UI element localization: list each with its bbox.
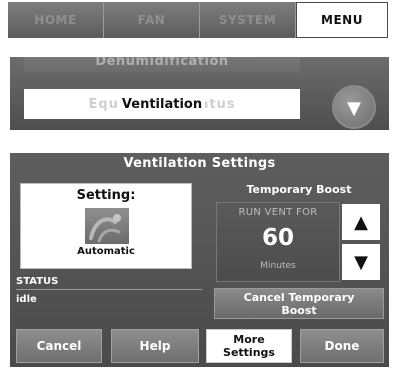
tab-home[interactable]: HOME xyxy=(8,2,104,38)
boost-minutes-value: 60 xyxy=(261,225,294,251)
arrow-up-icon: ▲ xyxy=(354,211,368,233)
setting-label: Setting: xyxy=(76,188,136,203)
cancel-temporary-boost-button[interactable]: Cancel Temporary Boost xyxy=(214,288,384,319)
status-divider xyxy=(16,289,202,290)
setting-value: Automatic xyxy=(77,246,135,257)
page-title: Ventilation Settings xyxy=(123,156,276,171)
list-item-dehumidification[interactable]: Dehumidification xyxy=(24,57,300,73)
status-value: idle xyxy=(16,294,37,305)
cancel-boost-label-line1: Cancel Temporary xyxy=(243,290,355,304)
automatic-icon xyxy=(85,208,129,244)
list-item-label: Dehumidification xyxy=(95,57,229,69)
more-settings-button[interactable]: More Settings xyxy=(206,329,292,363)
cancel-boost-label-line2: Boost xyxy=(281,303,317,317)
boost-caption: RUN VENT FOR xyxy=(238,207,318,218)
chevron-down-icon: ▼ xyxy=(347,98,361,119)
boost-unit: Minutes xyxy=(260,261,296,271)
boost-duration-display: RUN VENT FOR 60 Minutes xyxy=(216,202,340,282)
tab-fan[interactable]: FAN xyxy=(104,2,200,38)
list-item-label: Ventilation xyxy=(118,96,206,112)
arrow-down-icon: ▼ xyxy=(354,251,368,273)
scroll-down-button[interactable]: ▼ xyxy=(332,85,376,129)
decrease-button[interactable]: ▼ xyxy=(342,244,380,280)
list-item-ventilation[interactable]: Equipment Status Ventilation xyxy=(24,89,300,119)
cancel-button[interactable]: Cancel xyxy=(16,329,102,363)
increase-button[interactable]: ▲ xyxy=(342,204,380,240)
more-settings-label-line1: More xyxy=(233,333,265,346)
done-button[interactable]: Done xyxy=(300,329,384,363)
setting-selector[interactable]: Setting: Automatic xyxy=(20,183,192,269)
ventilation-settings-panel: Ventilation Settings Setting: Automatic … xyxy=(10,153,389,367)
tab-system[interactable]: SYSTEM xyxy=(200,2,296,38)
tab-menu[interactable]: MENU xyxy=(296,2,388,38)
status-label: STATUS xyxy=(16,276,59,287)
top-tab-bar: HOME FAN SYSTEM MENU xyxy=(0,0,398,40)
menu-list-panel: Dehumidification Equipment Status Ventil… xyxy=(10,57,389,130)
temporary-boost-title: Temporary Boost xyxy=(246,183,352,196)
more-settings-label-line2: Settings xyxy=(223,346,275,359)
help-button[interactable]: Help xyxy=(111,329,199,363)
